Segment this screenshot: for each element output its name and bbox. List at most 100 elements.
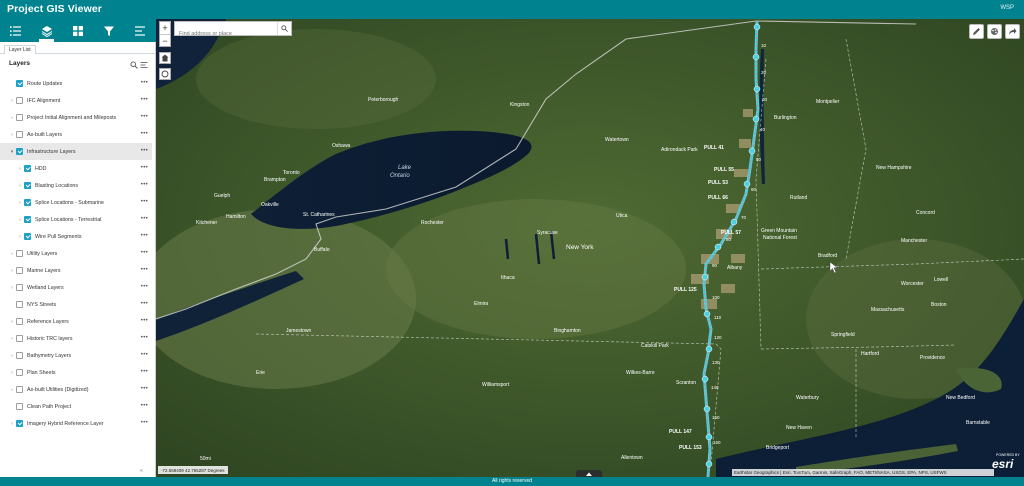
layer-visibility-checkbox[interactable] xyxy=(16,284,23,291)
layer-row[interactable]: › Marine Layers ••• xyxy=(0,262,152,279)
collapse-panel-icon[interactable]: « xyxy=(140,468,143,474)
layer-row[interactable]: Clean Path Project ••• xyxy=(0,398,152,415)
more-options-icon[interactable]: ••• xyxy=(141,403,148,409)
more-options-icon[interactable]: ••• xyxy=(141,335,148,341)
more-options-icon[interactable]: ••• xyxy=(141,216,148,222)
share-icon[interactable] xyxy=(1005,24,1020,39)
more-options-icon[interactable]: ••• xyxy=(141,386,148,392)
map-view[interactable]: 10 20 30 40 50 60 70 80 90 100 110 120 130 140 150… xyxy=(156,19,1024,477)
layer-visibility-checkbox[interactable] xyxy=(16,420,23,427)
pencil-icon[interactable] xyxy=(969,24,984,39)
layer-row[interactable]: › Historic TRC layers ••• xyxy=(0,330,152,347)
layer-row[interactable]: › Blasting Locations ••• xyxy=(0,177,152,194)
layer-row[interactable]: › Imagery Hybrid Reference Layer ••• xyxy=(0,415,152,432)
layer-visibility-checkbox[interactable] xyxy=(24,233,31,240)
layer-visibility-checkbox[interactable] xyxy=(24,199,31,206)
layer-visibility-checkbox[interactable] xyxy=(16,148,23,155)
layer-row[interactable]: › As-built Utilities (Digitized) ••• xyxy=(0,381,152,398)
chevron-right-icon[interactable]: › xyxy=(16,234,24,240)
layer-visibility-checkbox[interactable] xyxy=(16,267,23,274)
more-options-icon[interactable]: ••• xyxy=(141,182,148,188)
chevron-right-icon[interactable]: › xyxy=(16,183,24,189)
more-options-icon[interactable]: ••• xyxy=(141,233,148,239)
chevron-right-icon[interactable]: › xyxy=(8,336,16,342)
chevron-right-icon[interactable]: › xyxy=(8,268,16,274)
chevron-down-icon[interactable]: ▾ xyxy=(8,149,16,155)
more-options-icon[interactable]: ••• xyxy=(141,199,148,205)
layer-visibility-checkbox[interactable] xyxy=(24,165,31,172)
more-options-icon[interactable]: ••• xyxy=(141,250,148,256)
chevron-right-icon[interactable]: › xyxy=(8,115,16,121)
more-options-icon[interactable]: ••• xyxy=(141,267,148,273)
layer-row[interactable]: NYS Streets ••• xyxy=(0,296,152,313)
options-icon[interactable] xyxy=(140,61,148,69)
chevron-right-icon[interactable]: › xyxy=(16,217,24,223)
layer-visibility-checkbox[interactable] xyxy=(16,97,23,104)
search-button[interactable] xyxy=(277,22,291,35)
layer-visibility-checkbox[interactable] xyxy=(16,131,23,138)
more-options-icon[interactable]: ••• xyxy=(141,284,148,290)
layer-visibility-checkbox[interactable] xyxy=(16,80,23,87)
layer-row[interactable]: › Splice Locations - Terrestrial ••• xyxy=(0,211,152,228)
layer-row[interactable]: › Wetland Layers ••• xyxy=(0,279,152,296)
basemap-grid-icon[interactable] xyxy=(62,19,93,42)
zoom-out-button[interactable]: − xyxy=(160,34,170,46)
more-options-icon[interactable]: ••• xyxy=(141,301,148,307)
layer-visibility-checkbox[interactable] xyxy=(16,352,23,359)
chevron-right-icon[interactable]: › xyxy=(8,285,16,291)
tab-layer-list[interactable]: Layer List xyxy=(4,45,36,54)
layer-visibility-checkbox[interactable] xyxy=(16,335,23,342)
chevron-right-icon[interactable]: › xyxy=(8,132,16,138)
chevron-right-icon[interactable]: › xyxy=(8,387,16,393)
legend-list-icon[interactable] xyxy=(125,19,156,42)
more-options-icon[interactable]: ••• xyxy=(141,97,148,103)
layer-row[interactable]: › Plan Sheets ••• xyxy=(0,364,152,381)
home-icon[interactable] xyxy=(159,52,171,64)
layer-visibility-checkbox[interactable] xyxy=(16,318,23,325)
layer-visibility-checkbox[interactable] xyxy=(16,403,23,410)
more-options-icon[interactable]: ••• xyxy=(141,420,148,426)
search-icon[interactable] xyxy=(130,61,138,69)
layer-row[interactable]: › Utility Layers ••• xyxy=(0,245,152,262)
chevron-right-icon[interactable]: › xyxy=(8,98,16,104)
chevron-right-icon[interactable]: › xyxy=(8,353,16,359)
layer-visibility-checkbox[interactable] xyxy=(16,250,23,257)
layer-visibility-checkbox[interactable] xyxy=(24,182,31,189)
zoom-in-button[interactable]: + xyxy=(160,22,170,34)
more-options-icon[interactable]: ••• xyxy=(141,369,148,375)
layer-row[interactable]: › Splice Locations - Submarine ••• xyxy=(0,194,152,211)
chevron-right-icon[interactable]: › xyxy=(8,370,16,376)
chevron-right-icon[interactable]: › xyxy=(8,421,16,427)
layer-visibility-checkbox[interactable] xyxy=(16,386,23,393)
layer-row[interactable]: Route Updates ••• xyxy=(0,75,152,92)
locate-icon[interactable] xyxy=(159,68,171,80)
more-options-icon[interactable]: ••• xyxy=(141,80,148,86)
chevron-right-icon[interactable]: › xyxy=(8,319,16,325)
layers-list-icon[interactable] xyxy=(0,19,31,42)
layer-row[interactable]: › Reference Layers ••• xyxy=(0,313,152,330)
chevron-right-icon[interactable]: › xyxy=(16,200,24,206)
more-options-icon[interactable]: ••• xyxy=(141,318,148,324)
layer-row[interactable]: › HDD ••• xyxy=(0,160,152,177)
layer-visibility-checkbox[interactable] xyxy=(16,301,23,308)
chevron-right-icon[interactable]: › xyxy=(8,251,16,257)
layer-row[interactable]: › Project Initial Alignment and Mileposts… xyxy=(0,109,152,126)
layer-visibility-checkbox[interactable] xyxy=(16,369,23,376)
layers-stack-icon[interactable] xyxy=(31,19,62,42)
chevron-right-icon[interactable]: › xyxy=(16,166,24,172)
layer-row[interactable]: ▾ Infrastructure Layers ••• xyxy=(0,143,152,160)
search-input[interactable] xyxy=(175,27,275,41)
more-options-icon[interactable]: ••• xyxy=(141,114,148,120)
layer-visibility-checkbox[interactable] xyxy=(24,216,31,223)
bottom-panel-toggle[interactable] xyxy=(576,470,602,477)
more-options-icon[interactable]: ••• xyxy=(141,352,148,358)
layer-visibility-checkbox[interactable] xyxy=(16,114,23,121)
more-options-icon[interactable]: ••• xyxy=(141,165,148,171)
layer-row[interactable]: › As-built Layers ••• xyxy=(0,126,152,143)
more-options-icon[interactable]: ••• xyxy=(141,131,148,137)
layer-row[interactable]: › IFC Alignment ••• xyxy=(0,92,152,109)
layer-row[interactable]: › Bathymetry Layers ••• xyxy=(0,347,152,364)
palette-icon[interactable] xyxy=(987,24,1002,39)
layer-row[interactable]: › Wire Pull Segments ••• xyxy=(0,228,152,245)
more-options-icon[interactable]: ••• xyxy=(141,148,148,154)
